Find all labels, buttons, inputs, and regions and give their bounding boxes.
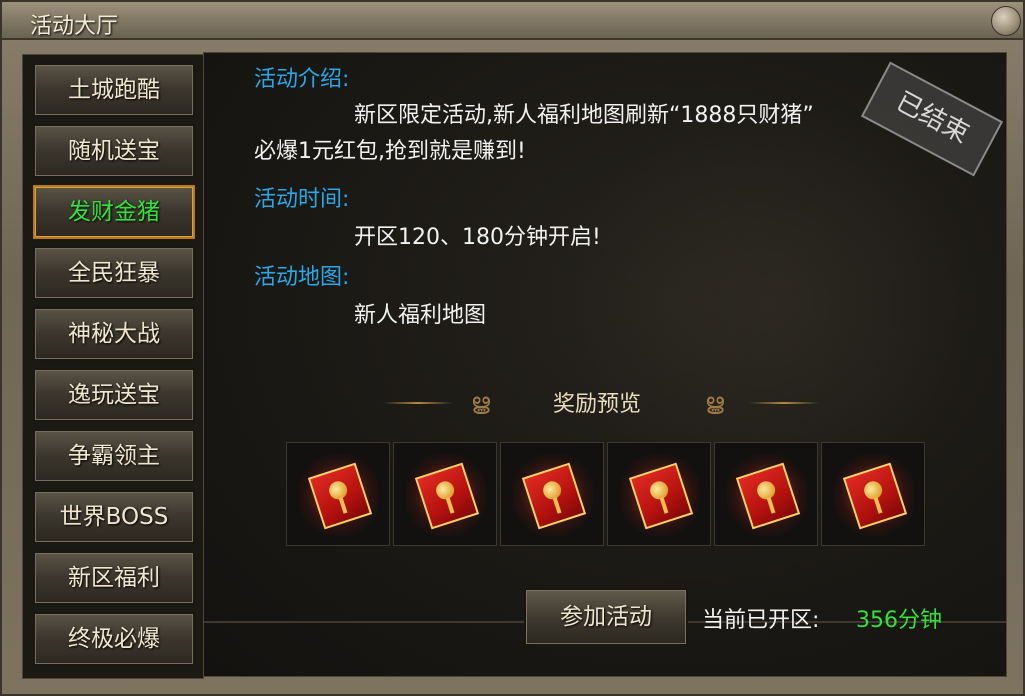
reward-slot[interactable]: [821, 442, 925, 546]
reward-header-line-left: [383, 402, 453, 404]
reward-slot[interactable]: [500, 442, 604, 546]
sidebar-item-hegemony-lord[interactable]: 争霸领主: [33, 429, 195, 483]
sidebar-item-tucheng-parkour[interactable]: 土城跑酷: [33, 63, 195, 117]
time-text: 开区120、180分钟开启!: [354, 225, 601, 250]
activity-detail-panel: 活动介绍: 新区限定活动,新人福利地图刷新“1888只财猪” 必爆1元红包,抢到…: [203, 52, 1007, 677]
sidebar-item-random-treasure[interactable]: 随机送宝: [33, 124, 195, 178]
map-label: 活动地图:: [254, 265, 350, 290]
sidebar-item-ultimate-drop[interactable]: 终极必爆: [33, 612, 195, 666]
reward-slot[interactable]: [714, 442, 818, 546]
intro-text-line2: 必爆1元红包,抢到就是赚到!: [254, 139, 526, 164]
join-activity-button[interactable]: 参加活动: [524, 588, 688, 646]
window-title: 活动大厅: [30, 14, 119, 39]
reward-slot[interactable]: [286, 442, 390, 546]
reward-slot[interactable]: [607, 442, 711, 546]
sidebar-item-fortune-pig[interactable]: 发财金猪: [33, 185, 195, 239]
scroll-ornament-icon: ൠ: [471, 390, 491, 415]
reward-header-line-right: [749, 402, 819, 404]
time-label: 活动时间:: [254, 187, 350, 212]
activity-sidebar: 土城跑酷 随机送宝 发财金猪 全民狂暴 神秘大战 逸玩送宝 争霸领主 世界BOS…: [22, 54, 204, 679]
intro-label: 活动介绍:: [254, 67, 350, 92]
intro-text-line1: 新区限定活动,新人福利地图刷新“1888只财猪”: [354, 103, 814, 128]
sidebar-item-world-boss[interactable]: 世界BOSS: [33, 490, 195, 544]
sidebar-item-yiwan-treasure[interactable]: 逸玩送宝: [33, 368, 195, 422]
scroll-ornament-icon: ൠ: [705, 390, 725, 415]
titlebar[interactable]: 活动大厅: [2, 2, 1023, 40]
reward-preview-title: 奖励预览: [553, 392, 642, 417]
close-button[interactable]: [991, 6, 1021, 36]
reward-preview-header: ൠ 奖励预览 ൠ: [383, 378, 823, 426]
sidebar-item-new-server-welfare[interactable]: 新区福利: [33, 551, 195, 605]
reward-slot[interactable]: [393, 442, 497, 546]
map-text: 新人福利地图: [354, 303, 487, 328]
server-open-time-label: 当前已开区:: [702, 608, 820, 633]
sidebar-item-mystery-battle[interactable]: 神秘大战: [33, 307, 195, 361]
server-open-time-value: 356分钟: [856, 608, 942, 633]
sidebar-item-all-frenzy[interactable]: 全民狂暴: [33, 246, 195, 300]
